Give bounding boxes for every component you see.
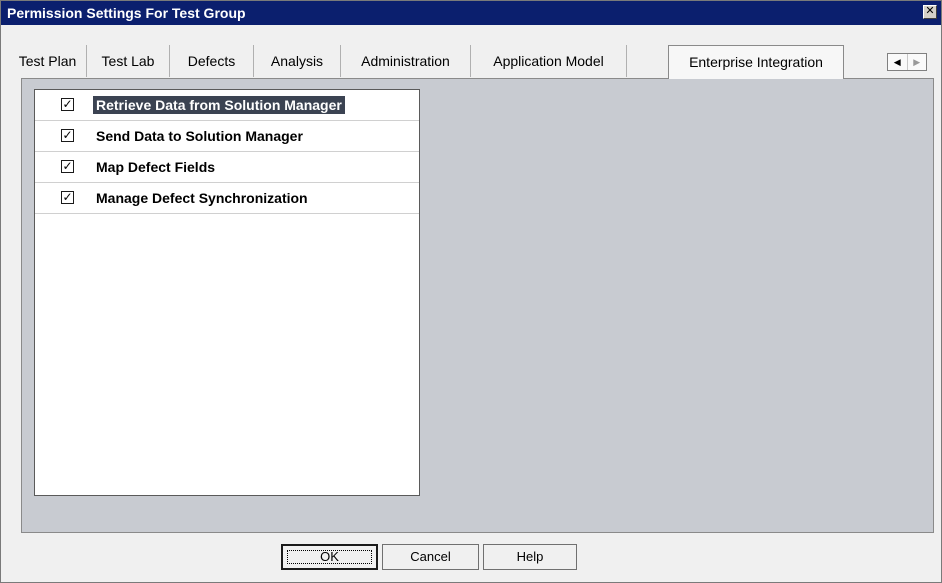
- permission-label: Retrieve Data from Solution Manager: [93, 96, 345, 114]
- ok-button-label: OK: [283, 546, 376, 568]
- tab-administration[interactable]: Administration: [341, 45, 471, 77]
- title-bar[interactable]: Permission Settings For Test Group ✕: [1, 1, 941, 25]
- list-item[interactable]: ✓ Map Defect Fields: [35, 152, 419, 183]
- list-item[interactable]: ✓ Retrieve Data from Solution Manager: [35, 90, 419, 121]
- permission-label: Send Data to Solution Manager: [96, 128, 303, 144]
- checkbox[interactable]: ✓: [61, 129, 74, 142]
- tab-test-lab[interactable]: Test Lab: [87, 45, 170, 77]
- checkbox[interactable]: ✓: [61, 191, 74, 204]
- help-button[interactable]: Help: [483, 544, 577, 570]
- tab-strip: Test Plan Test Lab Defects Analysis Admi…: [9, 45, 933, 79]
- tab-test-plan[interactable]: Test Plan: [9, 45, 87, 77]
- checkbox[interactable]: ✓: [61, 160, 74, 173]
- cancel-button[interactable]: Cancel: [382, 544, 479, 570]
- permissions-list: ✓ Retrieve Data from Solution Manager ✓ …: [34, 89, 420, 496]
- permission-label: Manage Defect Synchronization: [96, 190, 308, 206]
- ok-button[interactable]: OK: [281, 544, 378, 570]
- list-item[interactable]: ✓ Send Data to Solution Manager: [35, 121, 419, 152]
- checkbox[interactable]: ✓: [61, 98, 74, 111]
- close-icon[interactable]: ✕: [923, 5, 937, 19]
- permission-settings-dialog: Permission Settings For Test Group ✕ Tes…: [0, 0, 942, 583]
- tab-application-model[interactable]: Application Model: [471, 45, 627, 77]
- triangle-left-icon[interactable]: ◀: [888, 54, 907, 70]
- tab-enterprise-integration[interactable]: Enterprise Integration: [668, 45, 844, 79]
- tab-scroll-buttons: ◀ ▶: [887, 53, 927, 71]
- tab-content-panel: ✓ Retrieve Data from Solution Manager ✓ …: [21, 78, 934, 533]
- tab-defects[interactable]: Defects: [170, 45, 254, 77]
- list-item[interactable]: ✓ Manage Defect Synchronization: [35, 183, 419, 214]
- permission-label: Map Defect Fields: [96, 159, 216, 175]
- triangle-right-icon[interactable]: ▶: [906, 54, 927, 70]
- dialog-title: Permission Settings For Test Group: [7, 5, 246, 21]
- tab-analysis[interactable]: Analysis: [254, 45, 341, 77]
